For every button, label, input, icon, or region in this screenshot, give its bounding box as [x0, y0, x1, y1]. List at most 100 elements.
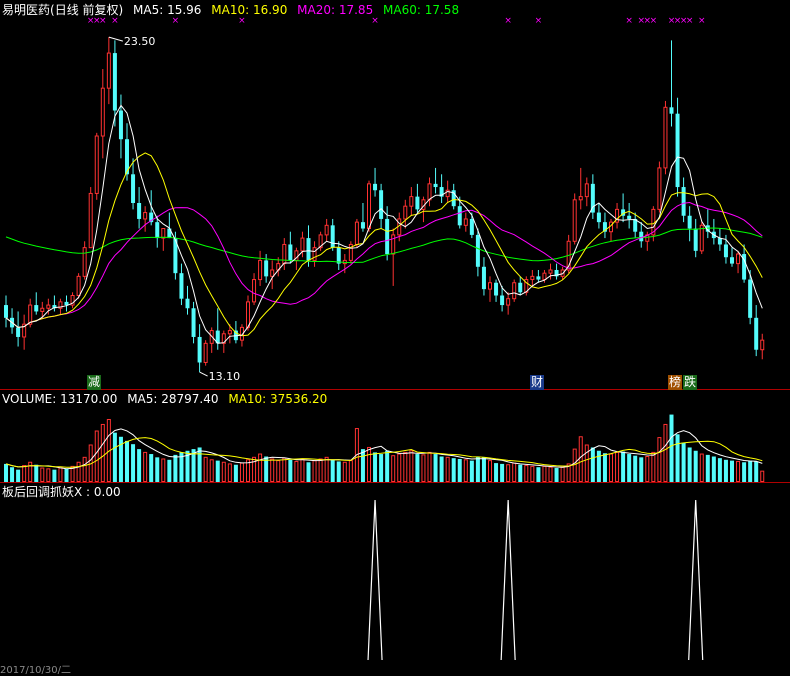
volume-bar-up [239, 462, 244, 483]
volume-bar-up [560, 466, 565, 483]
candle-body-down [385, 218, 390, 255]
volume-bar-down [112, 432, 117, 482]
candle-body-down [693, 228, 698, 251]
candle-body-down [639, 231, 644, 242]
volume-bar-up [161, 458, 166, 483]
tag-die[interactable]: 跌 [684, 375, 696, 389]
volume-bar-up [657, 437, 662, 483]
candle-body-up [409, 196, 414, 207]
volume-bar-up [143, 451, 148, 482]
chart-stage[interactable]: × × × × × × × × × × × × × × × × × × 23.50 13.10 易明医药(日线 前复权… [0, 0, 790, 676]
candle-body-down [723, 244, 728, 258]
tag-jian[interactable]: 减 [88, 375, 100, 389]
volume-bar-down [621, 451, 626, 482]
candle-body-down [191, 308, 196, 337]
volume-bar-up [542, 465, 547, 482]
candle-body-down [336, 247, 341, 264]
volume-bar-down [754, 461, 759, 482]
stock-chart-svg[interactable]: ××× × × × × × × × ××× ×××× ×23.5013.10 [0, 0, 790, 669]
tag-bang-box[interactable]: 榜 [668, 375, 682, 390]
volume-bar-up [645, 456, 650, 482]
volume-bar-down [415, 454, 420, 482]
candle-body-up [282, 243, 287, 265]
volume-bar-down [730, 460, 734, 482]
volume-bar-up [58, 467, 63, 482]
volume-bar-down [711, 456, 716, 482]
volume-bar-up [40, 467, 45, 482]
volume-bar-up [221, 461, 226, 482]
tag-cai[interactable]: 财 [531, 375, 543, 389]
volume-ma5-label: MA5: 28797.40 [127, 392, 219, 406]
candle-body-up [161, 228, 166, 239]
volume-bar-down [360, 449, 365, 482]
candle-body-down [681, 187, 686, 216]
volume-bar-up [82, 456, 87, 483]
candle-body-down [179, 273, 184, 299]
candle-body-up [488, 282, 492, 290]
volume-bar-down [590, 447, 595, 482]
candle-body-down [730, 257, 734, 264]
candle-body-down [155, 222, 160, 239]
volume-bar-down [330, 459, 335, 482]
volume-bar-up [28, 461, 33, 482]
volume-bar-down [627, 454, 632, 482]
tag-bang[interactable]: 榜 [669, 375, 681, 389]
volume-bar-down [233, 464, 238, 482]
candle-body-down [264, 260, 269, 277]
candle-body-down [360, 222, 365, 229]
candle-body-down [379, 190, 384, 219]
candle-body-up [312, 247, 317, 261]
ma20-line [5, 201, 763, 328]
signal-marker: × [504, 16, 512, 26]
signal-spike [500, 499, 516, 661]
signal-marker: × [686, 16, 694, 26]
volume-bar-up [736, 460, 741, 483]
tag-jian-box[interactable]: 减 [87, 375, 101, 390]
volume-bar-down [173, 454, 178, 482]
period-label: (日线 前复权) [50, 3, 124, 17]
volume-bar-down [475, 456, 480, 482]
candle-body-up [246, 301, 250, 328]
volume-bar-down [518, 464, 523, 482]
price-panel-header: 易明医药(日线 前复权) MA5: 15.96 MA10: 16.90 MA20… [2, 3, 465, 17]
volume-bar-down [215, 460, 220, 482]
indicator-panel-header: 板后回调抓妖X : 0.00 [2, 485, 127, 499]
candle-body-up [427, 183, 432, 201]
volume-bar-down [481, 457, 486, 482]
volume-bar-down [149, 454, 154, 482]
candle-body-down [288, 244, 293, 261]
tag-die-box[interactable]: 跌 [683, 375, 697, 390]
candle-body-down [185, 298, 190, 309]
volume-bar-down [639, 457, 644, 482]
tag-cai-box[interactable]: 财 [530, 375, 544, 390]
candle-body-down [518, 282, 523, 293]
volume-bar-down [336, 461, 341, 482]
signal-marker: × [535, 16, 543, 26]
volume-bar-up [348, 460, 353, 482]
candle-body-up [530, 275, 535, 281]
volume-bar-up [294, 460, 299, 483]
volume-bar-up [227, 463, 232, 482]
candle-body-down [669, 107, 674, 114]
volume-bar-up [445, 456, 450, 483]
candle-body-down [306, 238, 311, 261]
volume-bar-down [717, 458, 722, 482]
volume-panel-header: VOLUME: 13170.00 MA5: 28797.40 MA10: 375… [2, 392, 333, 406]
volume-bar-up [488, 460, 492, 482]
volume-bar-down [633, 455, 638, 482]
candle-body-down [4, 305, 8, 318]
candle-body-up [542, 272, 547, 281]
volume-label: VOLUME: 13170.00 [2, 392, 118, 406]
volume-bar-down [197, 447, 202, 482]
candle-body-down [330, 225, 335, 248]
volume-bar-down [748, 460, 753, 482]
volume-bar-up [427, 451, 432, 482]
volume-bar-up [524, 465, 529, 482]
volume-bar-up [421, 454, 426, 483]
candle-body-up [227, 330, 232, 335]
volume-bar-down [602, 453, 607, 482]
volume-bar-down [379, 454, 384, 482]
candle-body-up [463, 218, 468, 226]
candle-body-up [391, 234, 396, 255]
signal-marker: × [99, 16, 107, 26]
